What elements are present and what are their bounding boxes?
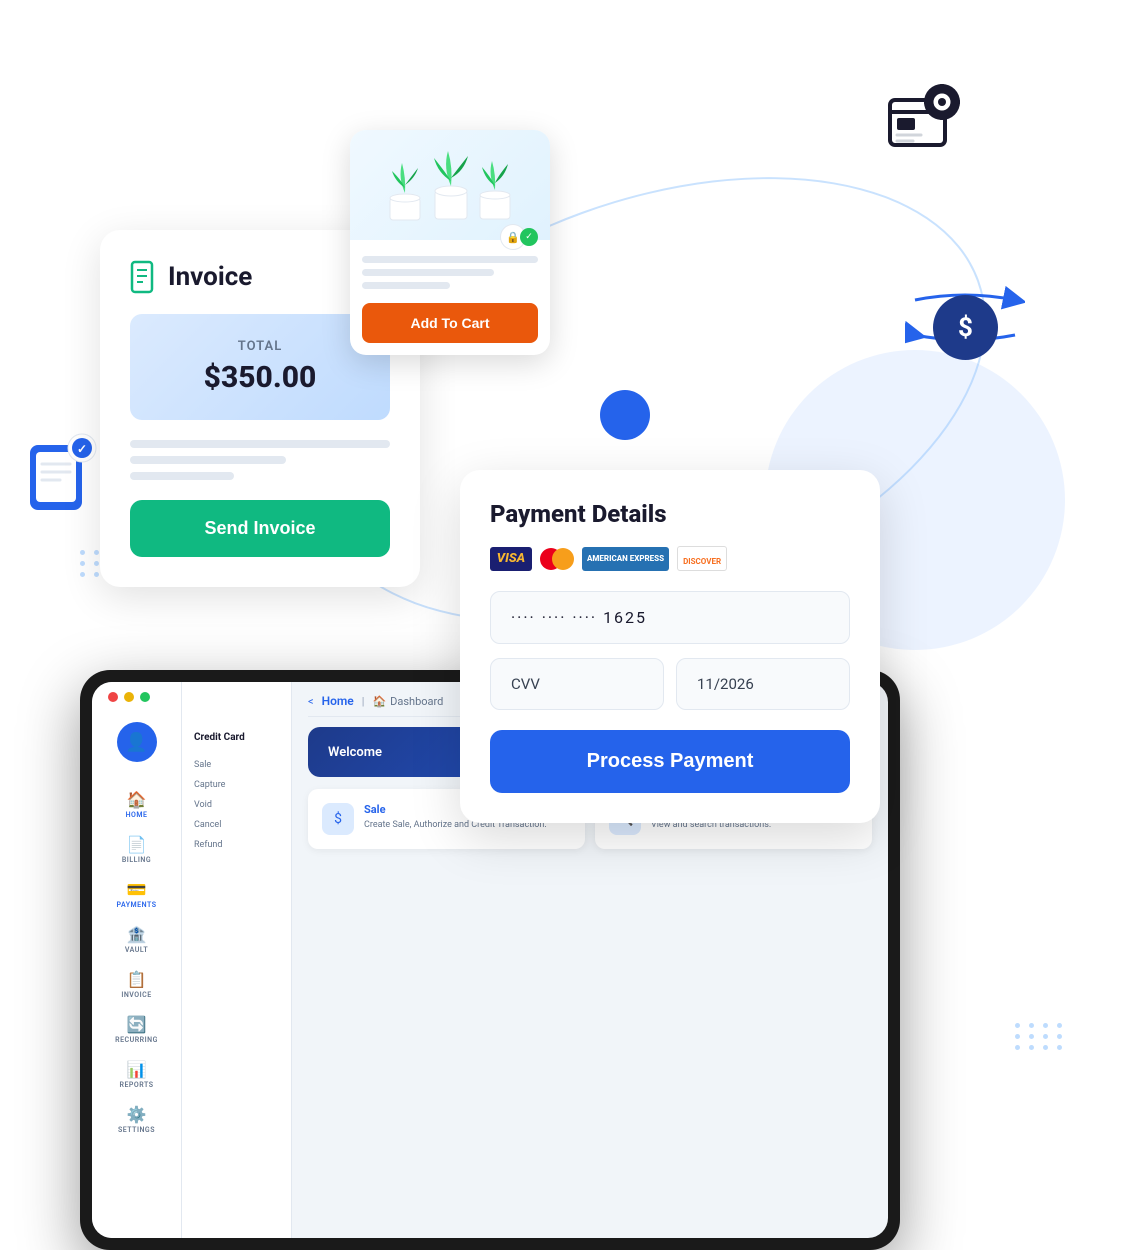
sidebar-item-settings[interactable]: ⚙️ SETTINGS	[92, 1097, 181, 1142]
product-line-3	[362, 282, 450, 289]
menu-item-sale[interactable]: Sale	[194, 755, 279, 775]
sidebar-label-reports: REPORTS	[120, 1081, 154, 1089]
product-card: 🔒 ✓ Add To Cart	[350, 130, 550, 355]
sale-icon-box: $	[322, 803, 354, 835]
billing-icon: 📄	[127, 835, 147, 854]
menu-title: Credit Card	[194, 732, 279, 743]
dot-close[interactable]	[108, 692, 118, 702]
dollar-symbol: $	[958, 313, 973, 343]
invoice-doc-icon	[130, 260, 158, 294]
sidebar-item-recurring[interactable]: 🔄 RECURRING	[92, 1007, 181, 1052]
back-button[interactable]: <	[308, 695, 314, 708]
sidebar-label-billing: BILLING	[122, 856, 151, 864]
card-logos: VISA AMERICAN EXPRESS DISCOVER	[490, 546, 850, 571]
dashboard-nav-link[interactable]: 🏠 Dashboard	[372, 695, 443, 708]
svg-text:✓: ✓	[77, 442, 87, 456]
cvv-field[interactable]: CVV	[490, 658, 664, 710]
menu-item-capture[interactable]: Capture	[194, 775, 279, 795]
tablet-sidebar: 👤 🏠 HOME 📄 BILLING 💳 PAYMENTS 🏦 VAULT 📋 …	[92, 682, 182, 1238]
sidebar-label-settings: SETTINGS	[118, 1126, 155, 1134]
tablet-menu: Credit Card Sale Capture Void Cancel Ref…	[182, 682, 292, 1238]
expiry-field[interactable]: 11/2026	[676, 658, 850, 710]
sidebar-item-home[interactable]: 🏠 HOME	[92, 782, 181, 827]
dots-pattern-right	[1015, 1023, 1065, 1050]
breadcrumb-separator: |	[362, 695, 365, 708]
product-image: 🔒 ✓	[350, 130, 550, 240]
invoice-line-1	[130, 440, 390, 448]
dollar-exchange-icon: $	[905, 280, 1025, 360]
dashboard-home-icon: 🏠	[372, 695, 386, 708]
dot-maximize[interactable]	[140, 692, 150, 702]
plant-image	[380, 143, 520, 228]
dot-minimize[interactable]	[124, 692, 134, 702]
reports-icon: 📊	[127, 1060, 147, 1079]
mobile-notification-icon: ✓	[22, 430, 112, 520]
process-payment-button[interactable]: Process Payment	[490, 730, 850, 793]
product-line-2	[362, 269, 494, 276]
sidebar-label-invoice: INVOICE	[121, 991, 151, 999]
welcome-label: Welcome	[328, 745, 382, 760]
invoice-icon: 📋	[127, 970, 147, 989]
sidebar-label-payments: PAYMENTS	[117, 901, 157, 909]
sidebar-item-billing[interactable]: 📄 BILLING	[92, 827, 181, 872]
recurring-icon: 🔄	[127, 1015, 147, 1034]
settings-icon	[885, 80, 965, 160]
card-number-field[interactable]: ···· ···· ···· 1625	[490, 591, 850, 644]
user-avatar: 👤	[117, 722, 157, 762]
home-icon: 🏠	[127, 790, 147, 809]
mastercard-logo	[540, 548, 574, 570]
sidebar-label-vault: VAULT	[125, 946, 148, 954]
amex-logo: AMERICAN EXPRESS	[582, 547, 669, 571]
visa-logo: VISA	[490, 547, 532, 571]
vault-icon: 🏦	[127, 925, 147, 944]
sidebar-item-payments[interactable]: 💳 PAYMENTS	[92, 872, 181, 917]
settings-menu-icon: ⚙️	[127, 1105, 147, 1124]
add-to-cart-button[interactable]: Add To Cart	[362, 303, 538, 343]
sidebar-item-reports[interactable]: 📊 REPORTS	[92, 1052, 181, 1097]
sidebar-label-recurring: RECURRING	[115, 1036, 158, 1044]
invoice-lines	[130, 440, 390, 480]
product-line-1	[362, 256, 538, 263]
payment-title: Payment Details	[490, 500, 850, 528]
sidebar-label-home: HOME	[126, 811, 148, 819]
payment-details-card: Payment Details VISA AMERICAN EXPRESS DI…	[460, 470, 880, 823]
tablet-window-dots	[108, 692, 150, 702]
send-invoice-button[interactable]: Send Invoice	[130, 500, 390, 557]
dollar-icon: $	[334, 811, 342, 827]
invoice-line-3	[130, 472, 234, 480]
invoice-line-2	[130, 456, 286, 464]
menu-item-void[interactable]: Void	[194, 795, 279, 815]
home-nav-link[interactable]: Home	[322, 694, 354, 708]
menu-item-cancel[interactable]: Cancel	[194, 815, 279, 835]
payments-icon: 💳	[127, 880, 147, 899]
total-amount: $350.00	[155, 360, 365, 395]
menu-item-refund[interactable]: Refund	[194, 835, 279, 855]
sidebar-item-invoice[interactable]: 📋 INVOICE	[92, 962, 181, 1007]
check-icon: ✓	[520, 228, 538, 246]
sidebar-item-vault[interactable]: 🏦 VAULT	[92, 917, 181, 962]
discover-logo: DISCOVER	[677, 546, 727, 571]
card-cvv-expiry-row: CVV 11/2026	[490, 658, 850, 710]
total-label: TOTAL	[155, 339, 365, 354]
